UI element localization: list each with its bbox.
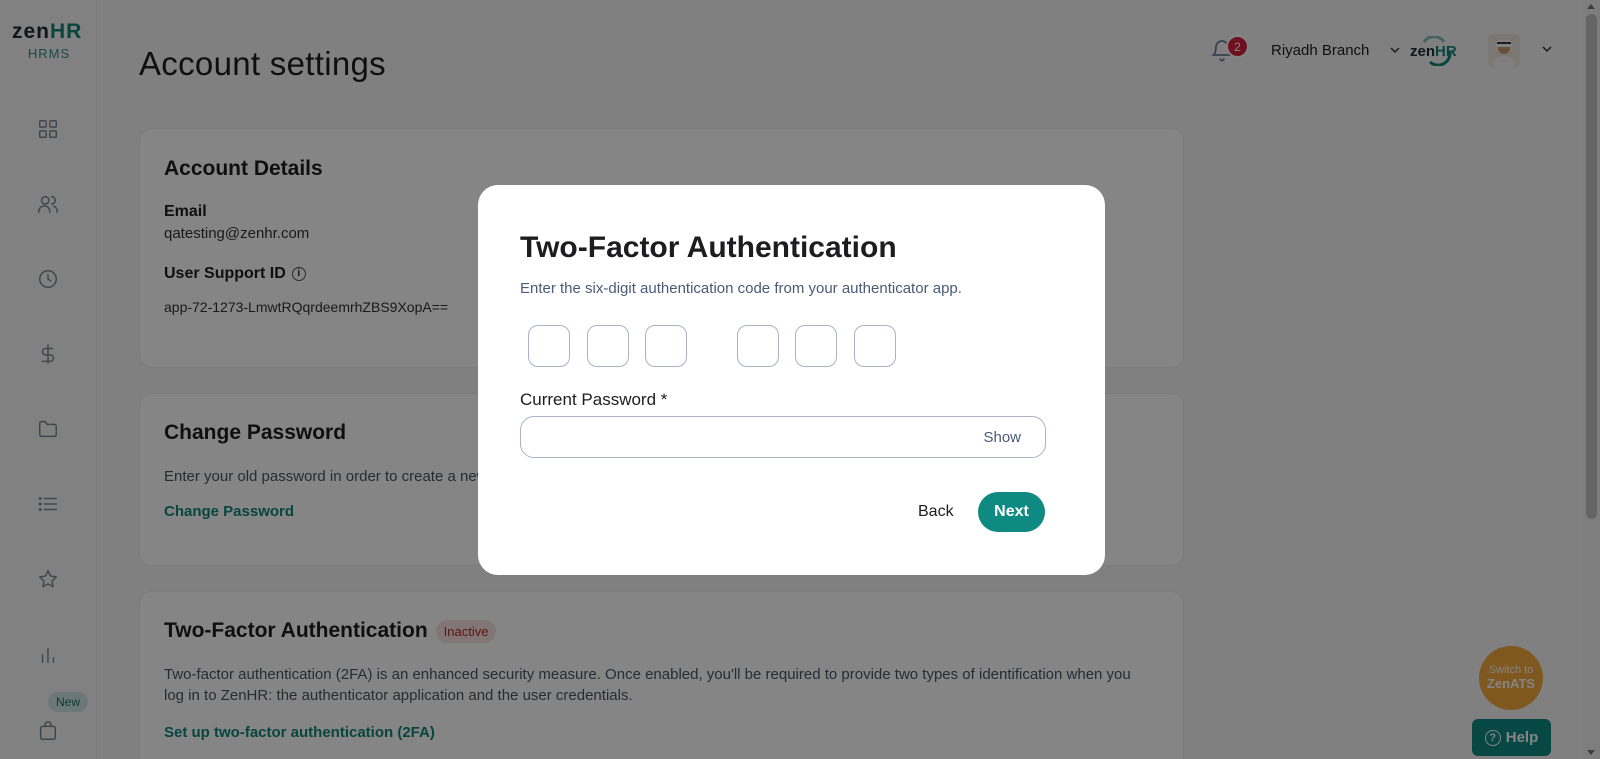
otp-digit-6[interactable] <box>854 325 896 367</box>
password-label: Current Password * <box>520 390 668 409</box>
current-password-field[interactable]: Show <box>520 416 1046 458</box>
otp-digit-1[interactable] <box>528 325 570 367</box>
otp-digit-4[interactable] <box>737 325 779 367</box>
otp-digit-5[interactable] <box>795 325 837 367</box>
otp-digit-2[interactable] <box>587 325 629 367</box>
modal-title: Two-Factor Authentication <box>520 231 897 264</box>
back-button[interactable]: Back <box>918 503 954 521</box>
modal-subtitle: Enter the six-digit authentication code … <box>520 280 962 297</box>
next-button[interactable]: Next <box>978 492 1045 532</box>
required-marker: * <box>660 390 668 409</box>
two-factor-modal: Two-Factor Authentication Enter the six-… <box>478 185 1105 575</box>
show-password-toggle[interactable]: Show <box>983 429 1021 446</box>
otp-digit-3[interactable] <box>645 325 687 367</box>
